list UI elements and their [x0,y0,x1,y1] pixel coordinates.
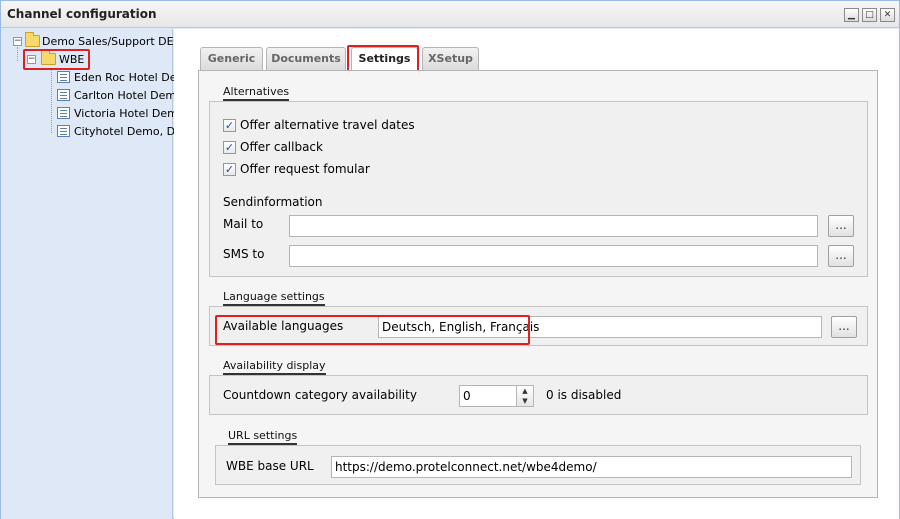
spin-down-icon[interactable]: ▼ [517,396,533,406]
alternatives-fieldset: ✓ Offer alternative travel dates ✓ Offer… [209,101,868,277]
alternatives-legend: Alternatives [223,85,290,101]
tree-item-label: Cityhotel Demo, D- [74,125,180,138]
countdown-label: Countdown category availability [223,388,417,402]
minimize-icon[interactable]: ▁ [844,8,859,22]
tree-item-hotel[interactable]: Carlton Hotel Dem. [57,87,180,105]
close-icon[interactable]: ✕ [880,8,895,22]
countdown-spinner[interactable]: ▲ ▼ [516,385,534,407]
spin-up-icon[interactable]: ▲ [517,386,533,396]
settings-panel: Alternatives ✓ Offer alternative travel … [198,70,878,498]
hotel-icon [57,71,70,83]
checkbox-icon[interactable]: ✓ [223,163,236,176]
channel-tree: − Demo Sales/Support DE − WBE Eden Roc H… [1,29,181,519]
mail-to-label: Mail to [223,217,264,231]
tree-item-hotel[interactable]: Eden Roc Hotel De. [57,69,180,87]
availability-legend: Availability display [223,359,326,375]
highlight-wbe [23,49,90,70]
window-title: Channel configuration [7,7,157,21]
checkbox-icon[interactable]: ✓ [223,141,236,154]
tree-item-label: Eden Roc Hotel De. [74,71,180,84]
hotel-icon [57,125,70,137]
checkbox-icon[interactable]: ✓ [223,119,236,132]
checkbox-label: Offer alternative travel dates [240,118,415,132]
wbe-base-url-label: WBE base URL [226,459,314,473]
availability-fieldset: Countdown category availability 0 ▲ ▼ 0 … [209,375,868,415]
maximize-icon[interactable]: □ [862,8,877,22]
offer-alternative-dates-checkbox[interactable]: ✓ Offer alternative travel dates [223,117,523,135]
folder-icon [25,32,40,47]
hotel-icon [57,89,70,101]
url-legend: URL settings [228,429,298,445]
checkbox-label: Offer request fomular [240,162,370,176]
url-fieldset: WBE base URL https://demo.protelconnect.… [215,445,861,485]
tree-item-label: Demo Sales/Support DE [42,35,174,48]
tab-xsetup[interactable]: XSetup [422,47,479,70]
countdown-input[interactable]: 0 [459,385,517,407]
collapse-icon[interactable]: − [13,37,22,46]
checkbox-label: Offer callback [240,140,323,154]
tree-item-label: Carlton Hotel Dem. [74,89,180,102]
channel-configuration-window: Channel configuration ▁ □ ✕ − Demo Sales… [0,0,900,519]
sms-to-label: SMS to [223,247,265,261]
main-content: Generic Documents Settings XSetup Altern… [174,29,899,519]
languages-browse-button[interactable]: ... [831,316,857,338]
sms-to-browse-button[interactable]: ... [828,245,854,267]
offer-callback-checkbox[interactable]: ✓ Offer callback [223,139,523,157]
wbe-base-url-input[interactable]: https://demo.protelconnect.net/wbe4demo/ [331,456,852,478]
tab-generic[interactable]: Generic [200,47,263,70]
tree-item-hotel[interactable]: Cityhotel Demo, D- [57,123,179,141]
language-legend: Language settings [223,290,325,306]
offer-request-form-checkbox[interactable]: ✓ Offer request fomular [223,161,523,179]
sms-to-input[interactable] [289,245,818,267]
tree-connector [51,69,52,133]
tree-item-hotel[interactable]: Victoria Hotel Dem. [57,105,181,123]
tree-item-label: Victoria Hotel Dem. [74,107,182,120]
countdown-hint: 0 is disabled [546,388,622,402]
tab-documents[interactable]: Documents [266,47,346,70]
sendinformation-label: Sendinformation [223,195,323,209]
mail-to-browse-button[interactable]: ... [828,215,854,237]
mail-to-input[interactable] [289,215,818,237]
highlight-languages [215,315,530,345]
title-bar: Channel configuration ▁ □ ✕ [1,1,899,28]
hotel-icon [57,107,70,119]
